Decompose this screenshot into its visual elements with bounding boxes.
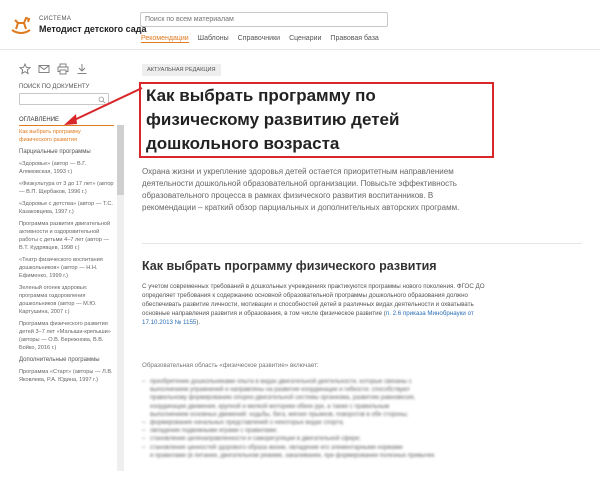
section-divider — [142, 243, 582, 244]
toc-title: ОГЛАВЛЕНИЕ — [19, 117, 60, 123]
header: СИСТЕМА Методист детского сада Рекоменда… — [0, 0, 600, 50]
list-item: становление целенаправленности и саморег… — [142, 435, 502, 443]
global-search-input[interactable] — [140, 12, 388, 27]
list-item: становление ценностей здорового образа ж… — [142, 444, 502, 452]
list-item: овладение подвижными играми с правилами; — [142, 427, 502, 435]
doc-search-label: ПОИСК ПО ДОКУМЕНТУ — [19, 84, 90, 90]
paragraph-tail: ). — [196, 319, 201, 326]
main-nav: Рекомендации Шаблоны Справочники Сценари… — [141, 35, 379, 43]
star-icon[interactable] — [19, 63, 31, 75]
toc-group[interactable]: Парциальные программы — [19, 148, 114, 156]
blurred-list: приобретение дошкольниками опыта в видах… — [142, 378, 502, 488]
brand-system-label: СИСТЕМА — [39, 16, 72, 22]
nav-references[interactable]: Справочники — [238, 35, 280, 43]
section-paragraph: С учетом современных требований в дошкол… — [142, 282, 497, 327]
section-heading: Как выбрать программу физического развит… — [142, 259, 437, 273]
download-icon[interactable] — [76, 63, 88, 75]
toc-underline — [19, 125, 114, 126]
list-item: и правилами (в питании, двигательном реж… — [150, 452, 435, 459]
print-icon[interactable] — [57, 63, 69, 75]
document-tools — [19, 63, 88, 75]
toc-item[interactable]: Программа физического развития детей 3–7… — [19, 320, 114, 352]
toc-item[interactable]: «Здоровье» (автор — В.Г. Алямовская, 199… — [19, 160, 114, 176]
toc-item[interactable]: «Физкультура от 3 до 17 лет» (автор — В.… — [19, 180, 114, 196]
nav-scenarios[interactable]: Сценарии — [289, 35, 321, 43]
list-heading: Образовательная область «физическое разв… — [142, 362, 319, 369]
toc-item[interactable]: Как выбрать программу физического развит… — [19, 128, 114, 144]
list-item: формирование начальных представлений о н… — [142, 419, 502, 427]
toc-item[interactable]: Зеленый огонек здоровья: программа оздор… — [19, 284, 114, 316]
list-item: выполнением упражнений и направлены на р… — [150, 387, 410, 394]
page-title: Как выбрать программу по физическому раз… — [146, 86, 400, 153]
nav-recommendations[interactable]: Рекомендации — [141, 35, 189, 43]
list-item: выполнением основных движений: ходьбы, б… — [150, 411, 409, 418]
toc-item[interactable]: Программа развития двигательной активнос… — [19, 220, 114, 252]
search-icon[interactable] — [98, 96, 106, 104]
list-item: приобретение дошкольниками опыта в видах… — [142, 378, 502, 386]
list-item: правильному формированию опорно-двигател… — [150, 395, 416, 402]
list-item: координации движения, крупной и мелкой м… — [150, 403, 390, 410]
nav-legal-base[interactable]: Правовая база — [330, 35, 378, 43]
toc-item[interactable]: «Здоровье с детства» (автор — Т.С. Казак… — [19, 200, 114, 216]
nav-templates[interactable]: Шаблоны — [198, 35, 229, 43]
intro-paragraph: Охрана жизни и укрепление здоровья детей… — [142, 167, 460, 212]
toc-scroll-thumb[interactable] — [117, 125, 124, 195]
toc-item[interactable]: Программа «Старт» (авторы — Л.В. Яковлев… — [19, 368, 114, 384]
toc-list: Как выбрать программу физического развит… — [19, 128, 114, 491]
status-badge: АКТУАЛЬНАЯ РЕДАКЦИЯ — [142, 64, 221, 76]
rocking-horse-logo-icon[interactable] — [9, 14, 33, 36]
toc-group[interactable]: Дополнительные программы — [19, 356, 114, 364]
mail-icon[interactable] — [38, 63, 50, 75]
doc-search-input[interactable] — [19, 93, 109, 105]
brand-name[interactable]: Методист детского сада — [39, 24, 146, 34]
toc-item[interactable]: «Театр физического воспитания дошкольник… — [19, 256, 114, 280]
